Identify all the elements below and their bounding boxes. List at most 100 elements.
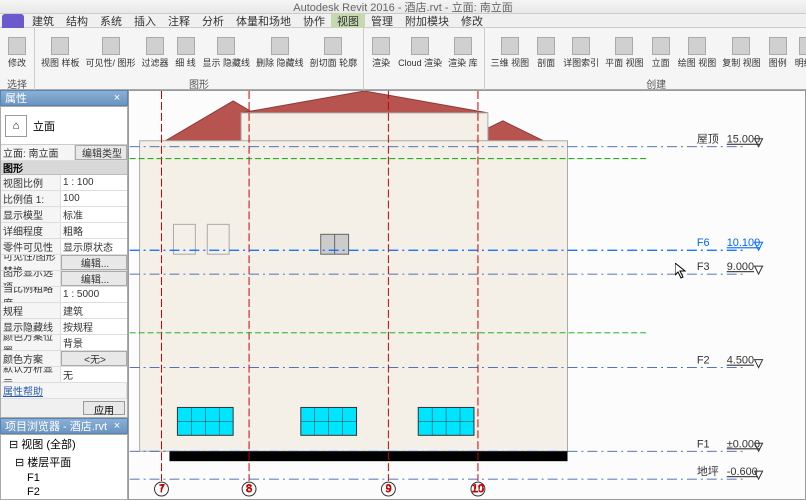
menu-建筑[interactable]: 建筑 xyxy=(26,13,60,29)
tool-icon xyxy=(51,37,69,55)
browser-panel-header[interactable]: 项目浏览器 - 酒店.rvt × xyxy=(0,418,128,434)
tool-icon xyxy=(799,37,806,55)
ribbon-btn[interactable]: 绘图 视图 xyxy=(676,35,719,71)
property-value[interactable]: 背景 xyxy=(61,335,127,350)
property-value[interactable]: 编辑... xyxy=(61,255,127,270)
property-value[interactable]: 标准 xyxy=(61,207,127,222)
ribbon-btn[interactable]: 细 线 xyxy=(173,35,199,71)
menu-系统[interactable]: 系统 xyxy=(94,13,128,29)
property-name: 视图比例 xyxy=(1,175,61,190)
property-row[interactable]: 颜色方案<无> xyxy=(1,351,127,367)
menu-注释[interactable]: 注释 xyxy=(162,13,196,29)
ribbon-btn[interactable]: 详图索引 xyxy=(561,35,601,71)
ribbon-btn[interactable]: 显示 隐藏线 xyxy=(201,35,253,71)
tool-icon xyxy=(146,37,164,55)
svg-text:9.000: 9.000 xyxy=(727,261,754,273)
properties-help-link[interactable]: 属性帮助 xyxy=(1,383,127,398)
property-name: 默认分析显示... xyxy=(1,367,61,382)
menu-管理[interactable]: 管理 xyxy=(365,13,399,29)
ribbon-btn[interactable]: 剖切面 轮廓 xyxy=(308,35,360,71)
tool-icon xyxy=(372,37,390,55)
property-name: 颜色方案位置 xyxy=(1,335,61,350)
svg-text:F3: F3 xyxy=(697,261,710,273)
property-value[interactable]: 1 : 100 xyxy=(61,175,127,190)
property-row[interactable]: 零件可见性显示原状态 xyxy=(1,239,127,255)
ribbon-btn[interactable]: 平面 视图 xyxy=(603,35,646,71)
property-row[interactable]: 显示模型标准 xyxy=(1,207,127,223)
menu-体量和场地[interactable]: 体量和场地 xyxy=(230,13,297,29)
menu-协作[interactable]: 协作 xyxy=(297,13,331,29)
family-selector[interactable]: ⌂ 立面 xyxy=(1,107,127,145)
ribbon-btn[interactable]: 立面 xyxy=(648,35,674,71)
menu-分析[interactable]: 分析 xyxy=(196,13,230,29)
ribbon-btn[interactable]: 过滤器 xyxy=(140,35,171,71)
apply-button[interactable]: 应用 xyxy=(83,401,125,415)
ribbon-btn[interactable]: 删除 隐藏线 xyxy=(254,35,306,71)
ribbon-btn[interactable]: 图例 xyxy=(765,35,791,71)
project-browser[interactable]: ⊟ 视图 (全部)⊟ 楼层平面F1F2F3F6地坪屋顶⊟ 三维视图{3D}(三维… xyxy=(0,434,128,500)
ribbon-btn[interactable]: 渲染 xyxy=(368,35,394,71)
props-actions: 应用 xyxy=(1,399,127,417)
property-value[interactable]: 无 xyxy=(61,367,127,382)
svg-text:10: 10 xyxy=(472,483,484,495)
ribbon-btn[interactable]: 剖面 xyxy=(533,35,559,71)
ribbon-btn[interactable]: 修改 xyxy=(4,35,30,71)
ribbon-btn[interactable]: Cloud 渲染 xyxy=(396,35,444,71)
property-row[interactable]: 当比例粗略度...1 : 5000 xyxy=(1,287,127,303)
menu-结构[interactable]: 结构 xyxy=(60,13,94,29)
property-row[interactable]: 可见性/图形替换编辑... xyxy=(1,255,127,271)
tool-icon xyxy=(688,37,706,55)
property-value[interactable]: 粗略 xyxy=(61,223,127,238)
tree-node[interactable]: F1 xyxy=(1,471,127,485)
property-row[interactable]: 颜色方案位置背景 xyxy=(1,335,127,351)
property-row[interactable]: 详细程度粗略 xyxy=(1,223,127,239)
ribbon-btn[interactable]: 渲染 库 xyxy=(446,35,480,71)
svg-text:屋顶: 屋顶 xyxy=(697,133,719,146)
menu-插入[interactable]: 插入 xyxy=(128,13,162,29)
property-row[interactable]: 默认分析显示...无 xyxy=(1,367,127,383)
properties-panel-header[interactable]: 属性 × xyxy=(0,90,128,106)
menu-附加模块[interactable]: 附加模块 xyxy=(399,13,455,29)
svg-text:F6: F6 xyxy=(697,237,710,249)
tool-icon xyxy=(615,37,633,55)
property-value[interactable]: 100 xyxy=(61,191,127,206)
close-icon[interactable]: × xyxy=(111,92,123,104)
property-value[interactable]: 显示原状态 xyxy=(61,239,127,254)
svg-text:7: 7 xyxy=(158,483,164,495)
property-value[interactable]: 1 : 5000 xyxy=(61,287,127,302)
property-name: 详细程度 xyxy=(1,223,61,238)
tree-node[interactable]: ⊟ 楼层平面 xyxy=(1,453,127,471)
tool-icon xyxy=(732,37,750,55)
ribbon-btn[interactable]: 复制 视图 xyxy=(720,35,763,71)
tree-node[interactable]: ⊟ 视图 (全部) xyxy=(1,435,127,453)
svg-text:8: 8 xyxy=(246,483,252,495)
props-help-row[interactable]: 属性帮助 xyxy=(1,383,127,399)
property-row[interactable]: 图形显示选项编辑... xyxy=(1,271,127,287)
drawing-canvas[interactable]: 78910 屋顶15.000F610.100F39.000F24.500F1±0… xyxy=(128,90,806,500)
properties-title: 属性 xyxy=(5,90,27,106)
property-value[interactable]: <无> xyxy=(61,351,127,366)
property-value[interactable]: 按规程 xyxy=(61,319,127,334)
menubar: 建筑结构系统插入注释分析体量和场地协作视图管理附加模块修改 xyxy=(0,14,806,28)
tool-icon xyxy=(102,37,120,55)
edit-type-button[interactable]: 编辑类型 xyxy=(75,145,127,160)
ribbon-btn[interactable]: 明细表 xyxy=(793,35,806,71)
ribbon-btn[interactable]: 视图 样板 xyxy=(39,35,82,71)
ribbon-group-创建: 三维 视图剖面详图索引平面 视图立面绘图 视图复制 视图图例明细表创建 xyxy=(485,28,806,90)
property-value[interactable]: 编辑... xyxy=(61,271,127,286)
menu-修改[interactable]: 修改 xyxy=(455,13,489,29)
property-value[interactable]: 建筑 xyxy=(61,303,127,318)
ribbon-btn[interactable]: 可见性/ 图形 xyxy=(84,35,138,71)
property-row[interactable]: 显示隐藏线按规程 xyxy=(1,319,127,335)
tool-icon xyxy=(537,37,555,55)
type-selector[interactable]: 立面: 南立面 xyxy=(1,145,75,160)
tree-node[interactable]: F2 xyxy=(1,485,127,499)
menu-视图[interactable]: 视图 xyxy=(331,13,365,29)
property-row[interactable]: 视图比例1 : 100 xyxy=(1,175,127,191)
property-row[interactable]: 规程建筑 xyxy=(1,303,127,319)
property-row[interactable]: 比例值 1:100 xyxy=(1,191,127,207)
tool-icon xyxy=(652,37,670,55)
type-selector-row[interactable]: 立面: 南立面 编辑类型 xyxy=(1,145,127,161)
ribbon-btn[interactable]: 三维 视图 xyxy=(489,35,532,71)
close-icon[interactable]: × xyxy=(111,420,123,432)
